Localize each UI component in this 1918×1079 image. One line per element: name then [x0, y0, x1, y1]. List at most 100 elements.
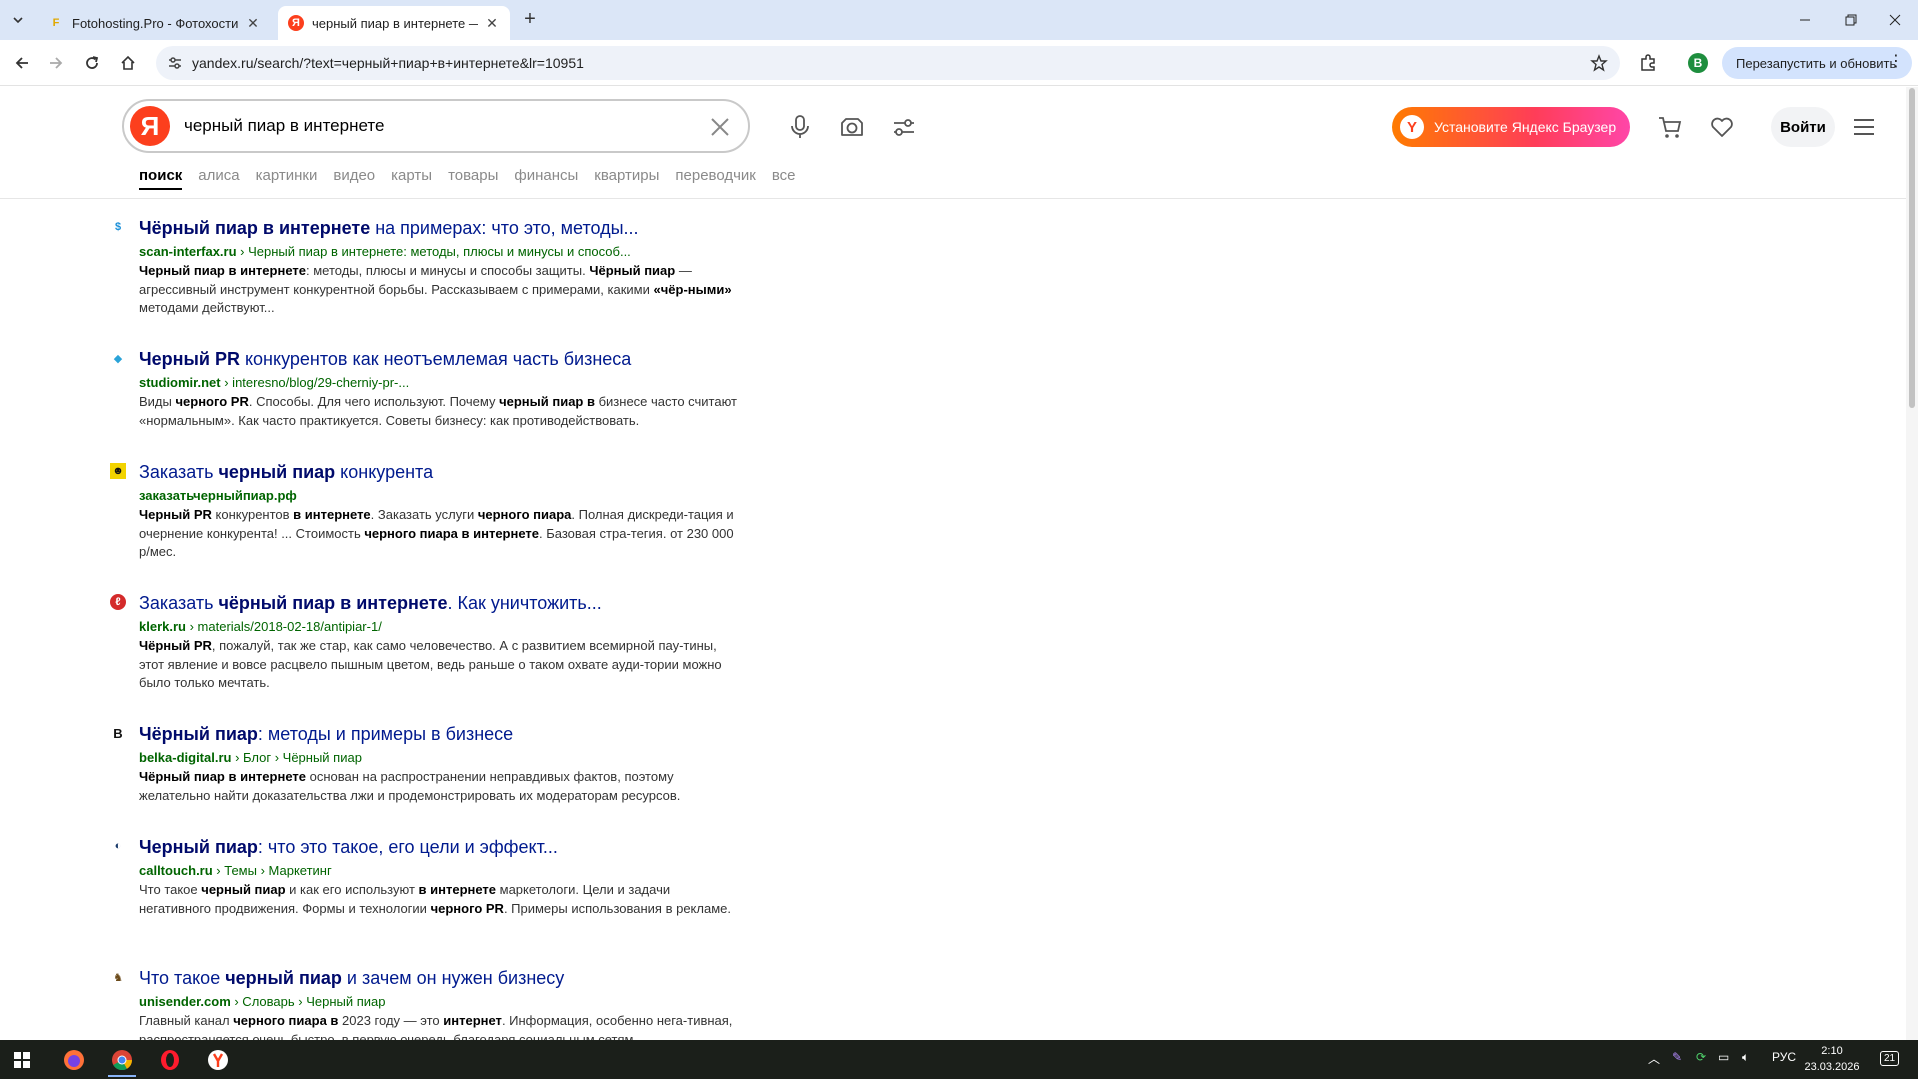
- yandex-browser-icon: Y: [1400, 115, 1424, 139]
- home-button[interactable]: [114, 49, 142, 77]
- taskbar-yandex-browser[interactable]: [198, 1043, 238, 1077]
- search-input[interactable]: черный пиар в интернете: [184, 116, 384, 136]
- result-title-link[interactable]: Чёрный пиар в интернете на примерах: что…: [139, 218, 639, 239]
- filters-icon[interactable]: [890, 113, 918, 141]
- tab-yandex-search[interactable]: Я черный пиар в интернете — Я ✕: [278, 6, 510, 40]
- hamburger-menu-icon[interactable]: [1852, 115, 1876, 139]
- notifications-badge[interactable]: 21: [1880, 1051, 1900, 1066]
- yandex-browser-icon: [208, 1050, 228, 1070]
- puzzle-icon: [1641, 54, 1655, 71]
- result-url[interactable]: unisender.com › Словарь › Черный пиар: [139, 994, 385, 1009]
- language-indicator[interactable]: РУС: [1772, 1050, 1796, 1064]
- result-url[interactable]: belka-digital.ru › Блог › Чёрный пиар: [139, 750, 362, 765]
- tab-apartments[interactable]: квартиры: [594, 167, 659, 190]
- result-snippet: Черный пиар в интернете: методы, плюсы и…: [139, 263, 732, 315]
- close-window-button[interactable]: [1872, 0, 1918, 40]
- tab-fotohosting[interactable]: F Fotohosting.Pro - Фотохостинг ✕: [38, 6, 271, 40]
- network-icon[interactable]: ▭: [1718, 1050, 1729, 1064]
- result-title-link[interactable]: Черный пиар: что это такое, его цели и э…: [139, 837, 558, 858]
- taskbar-chrome[interactable]: [102, 1043, 142, 1077]
- login-button[interactable]: Войти: [1771, 107, 1835, 147]
- reload-icon: [86, 56, 99, 69]
- relaunch-label: Перезапустить и обновить: [1736, 55, 1897, 71]
- yandex-logo[interactable]: Я: [130, 106, 170, 146]
- result-title-link[interactable]: Заказать черный пиар конкурента: [139, 462, 433, 483]
- result-favicon-icon: ℓ: [110, 594, 126, 610]
- fotohosting-favicon-icon: F: [52, 17, 60, 29]
- taskbar-firefox[interactable]: [54, 1043, 94, 1077]
- arrow-left-icon: [15, 57, 28, 69]
- tab-maps[interactable]: карты: [391, 167, 432, 190]
- tab-translator[interactable]: переводчик: [675, 167, 755, 190]
- forward-button[interactable]: [42, 49, 70, 77]
- extensions-button[interactable]: [1634, 49, 1662, 77]
- clear-search-icon[interactable]: [708, 115, 732, 139]
- close-tab-icon[interactable]: ✕: [245, 15, 261, 31]
- site-settings-icon[interactable]: [166, 54, 184, 72]
- camera-search-icon[interactable]: [838, 113, 866, 141]
- tab-products[interactable]: товары: [448, 167, 498, 190]
- clock-time: 2:10: [1821, 1045, 1843, 1057]
- search-box[interactable]: Я черный пиар в интернете: [122, 99, 750, 153]
- clock[interactable]: 2:10 23.03.2026: [1804, 1043, 1860, 1075]
- tab-images[interactable]: картинки: [256, 167, 318, 190]
- arrow-right-icon: [50, 57, 63, 69]
- result-favicon-icon: ☻: [110, 463, 126, 479]
- microphone-icon[interactable]: [786, 113, 814, 141]
- sync-icon[interactable]: ⟳: [1696, 1050, 1706, 1064]
- result-title-link[interactable]: Чёрный пиар: методы и примеры в бизнесе: [139, 724, 513, 745]
- result-favicon-icon: $: [114, 221, 122, 233]
- home-icon: [121, 55, 135, 70]
- minimize-button[interactable]: [1782, 0, 1828, 40]
- result-url[interactable]: calltouch.ru › Темы › Маркетинг: [139, 863, 332, 878]
- result-title-link[interactable]: Заказать чёрный пиар в интернете. Как ун…: [139, 593, 602, 614]
- tab-search[interactable]: поиск: [139, 167, 183, 190]
- search-verticals-tabs: поиск алиса картинки видео карты товары …: [139, 167, 812, 190]
- result-snippet: Чёрный PR, пожалуй, так же стар, как сам…: [139, 638, 722, 690]
- windows-taskbar: ︿ ✎ ⟳ ▭ 🔈︎ РУС 2:10 23.03.2026 21: [0, 1040, 1918, 1079]
- pen-icon[interactable]: ✎: [1672, 1050, 1682, 1064]
- bookmark-star-icon[interactable]: [1590, 54, 1608, 72]
- result-snippet: Чёрный пиар в интернете основан на распр…: [139, 769, 681, 803]
- back-button[interactable]: [8, 49, 36, 77]
- result-favicon-icon: ◆: [113, 352, 123, 365]
- restore-button[interactable]: [1828, 0, 1874, 40]
- tab-strip: F Fotohosting.Pro - Фотохостинг ✕ Я черн…: [0, 0, 1918, 40]
- result-url[interactable]: studiomir.net › interesno/blog/29-cherni…: [139, 375, 409, 390]
- tab-alisa[interactable]: алиса: [198, 167, 239, 190]
- result-snippet: Виды черного PR. Способы. Для чего испол…: [139, 394, 738, 428]
- new-tab-button[interactable]: +: [518, 8, 542, 32]
- favorites-heart-icon[interactable]: [1708, 113, 1736, 141]
- volume-icon[interactable]: 🔈︎: [1742, 1050, 1749, 1065]
- chevron-down-icon: [13, 17, 23, 24]
- clock-date: 23.03.2026: [1804, 1061, 1860, 1073]
- start-button[interactable]: [2, 1043, 42, 1077]
- install-browser-button[interactable]: Y Установите Яндекс Браузер: [1392, 107, 1630, 147]
- taskbar-opera[interactable]: [150, 1043, 190, 1077]
- address-bar[interactable]: yandex.ru/search/?text=черный+пиар+в+инт…: [156, 46, 1620, 80]
- reload-button[interactable]: [78, 49, 106, 77]
- result-title-link[interactable]: Черный PR конкурентов как неотъемлемая ч…: [139, 349, 631, 370]
- tab-finance[interactable]: финансы: [514, 167, 578, 190]
- restore-icon: [1845, 14, 1857, 26]
- chrome-icon: [112, 1050, 133, 1071]
- result-url[interactable]: klerk.ru › materials/2018-02-18/antipiar…: [139, 619, 382, 634]
- url-text: yandex.ru/search/?text=черный+пиар+в+инт…: [192, 55, 584, 71]
- profile-avatar[interactable]: B: [1688, 53, 1708, 73]
- close-icon: [1889, 14, 1901, 26]
- scrollbar-thumb[interactable]: [1909, 88, 1915, 408]
- result-favicon-icon: ♞: [113, 971, 123, 984]
- cart-icon[interactable]: [1656, 113, 1684, 141]
- result-snippet: Черный PR конкурентов в интернете. Заказ…: [139, 507, 734, 559]
- result-url[interactable]: заказатьчерныйпиар.рф: [139, 488, 297, 503]
- more-menu-icon[interactable]: ⋮: [1888, 54, 1904, 70]
- tab-video[interactable]: видео: [333, 167, 375, 190]
- relaunch-update-button[interactable]: Перезапустить и обновить ⋮: [1722, 47, 1912, 79]
- tray-overflow-icon[interactable]: ︿: [1648, 1050, 1660, 1067]
- tab-all[interactable]: все: [772, 167, 796, 190]
- result-title-link[interactable]: Что такое черный пиар и зачем он нужен б…: [139, 968, 564, 989]
- firefox-icon: [64, 1050, 84, 1070]
- result-url[interactable]: scan-interfax.ru › Черный пиар в интерне…: [139, 244, 631, 259]
- close-tab-icon[interactable]: ✕: [484, 15, 500, 31]
- tab-search-button[interactable]: [6, 8, 30, 32]
